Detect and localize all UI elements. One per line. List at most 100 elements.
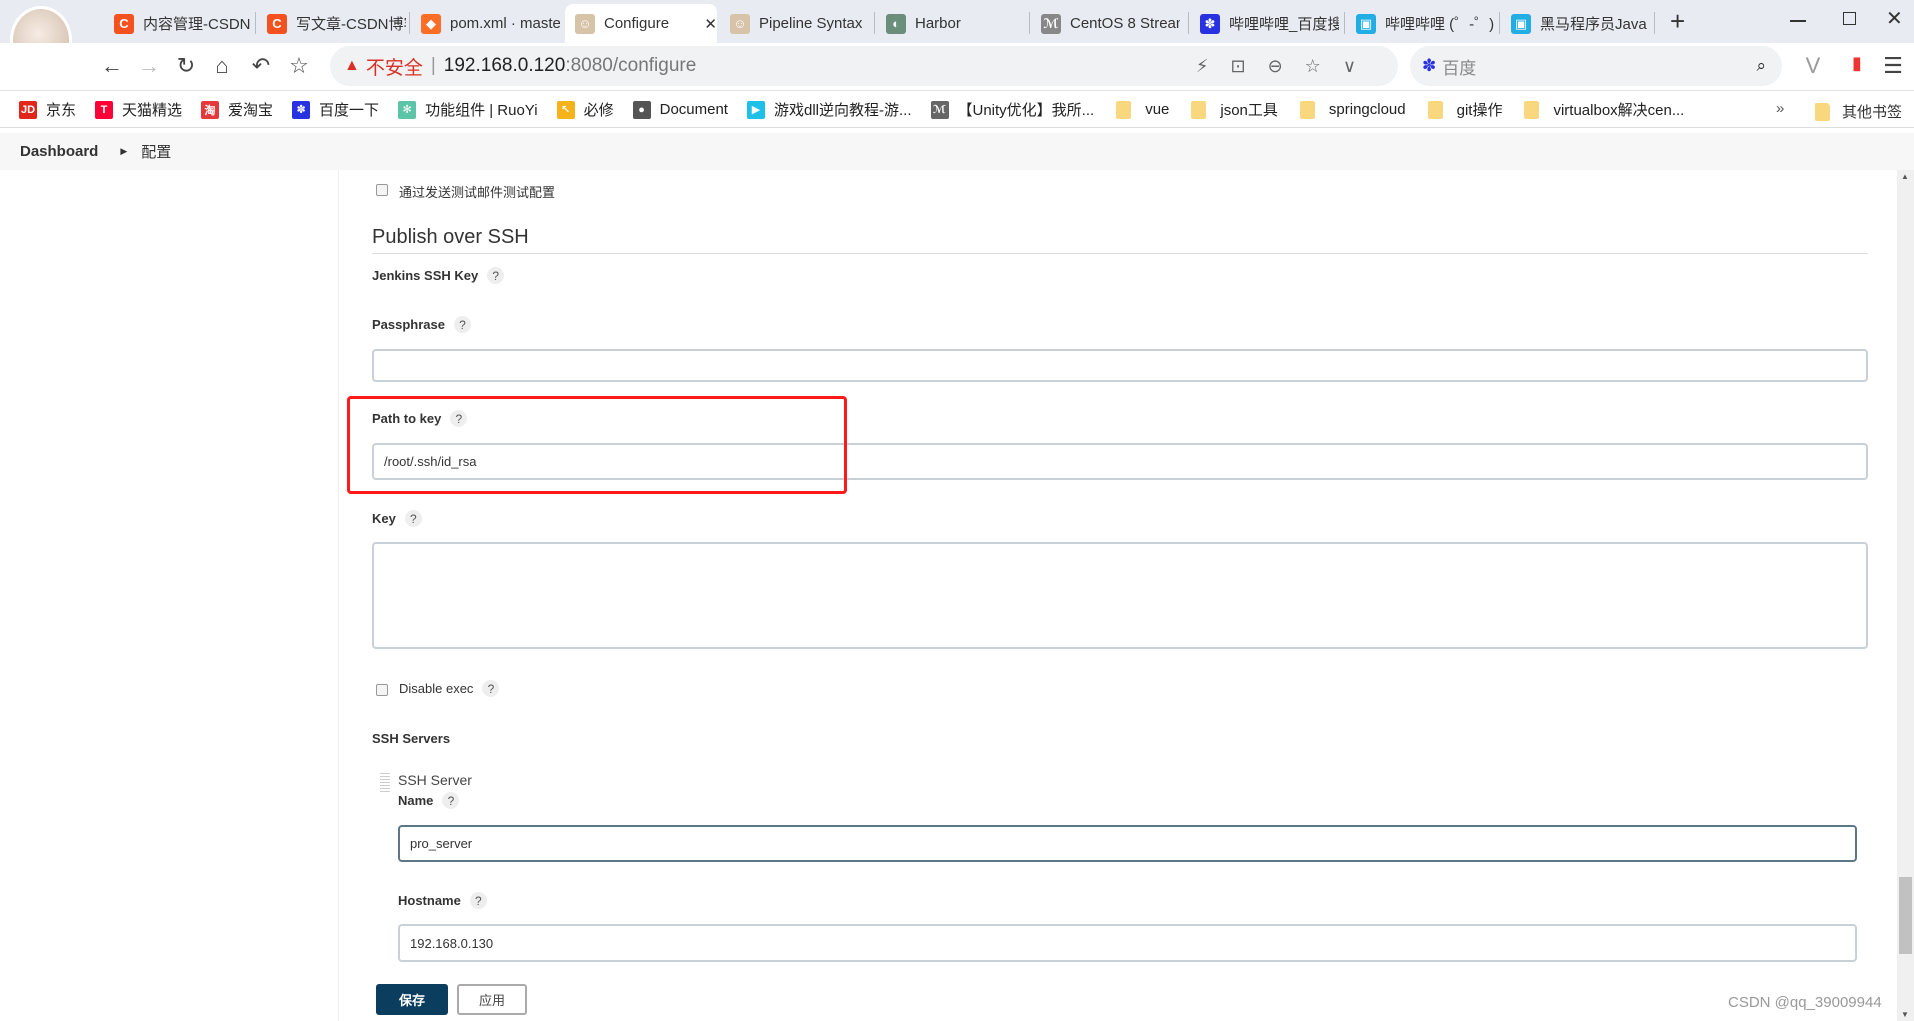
scrollbar[interactable]: ▲ ▼: [1897, 170, 1914, 1021]
name-input[interactable]: pro_server: [398, 825, 1857, 862]
key-textarea[interactable]: [372, 542, 1868, 649]
close-tab-icon[interactable]: ✕: [704, 15, 717, 33]
help-icon[interactable]: ?: [487, 267, 505, 284]
folder-icon: [1524, 100, 1540, 119]
folder-icon: [1299, 100, 1315, 119]
tab-separator: [255, 12, 256, 34]
address-bar[interactable]: ▲ 不安全 | 192.168.0.120:8080/configure ⚡⊡⊖…: [330, 46, 1398, 86]
bookmark-item[interactable]: json工具: [1191, 99, 1278, 120]
bookmark-label: 必修: [583, 102, 614, 119]
csdn-icon: C: [114, 13, 134, 34]
bookmark-item[interactable]: 淘爱淘宝: [201, 99, 273, 120]
tab-bilibili[interactable]: ▣ 哔哩哔哩 (゜-゜): [1346, 4, 1498, 43]
bookmark-item[interactable]: ✽ 百度一下: [292, 99, 379, 120]
breadcrumb: Dashboard ▶ 配置: [0, 133, 1914, 170]
bookmark-item[interactable]: JD 京东: [19, 99, 76, 120]
scrollbar-thumb[interactable]: [1899, 877, 1912, 954]
jenkins-icon: ☺: [575, 13, 595, 34]
extension-v-icon[interactable]: V: [1800, 53, 1826, 79]
apply-button[interactable]: 应用: [457, 984, 527, 1015]
bookmark-item[interactable]: ↖ 必修: [556, 99, 614, 120]
minimize-button[interactable]: [1790, 20, 1806, 22]
other-bookmarks[interactable]: 其他书签: [1815, 101, 1902, 122]
bookmark-item[interactable]: ✻ 功能组件 | RuoYi: [398, 99, 538, 120]
help-icon[interactable]: ?: [469, 892, 487, 909]
section-title: Publish over SSH: [372, 226, 529, 248]
tab-label: Pipeline Syntax: [759, 15, 863, 32]
bookmark-star-icon[interactable]: ☆: [286, 53, 312, 79]
help-icon[interactable]: ?: [404, 510, 422, 527]
tab-label: 哔哩哔哩_百度搜索: [1229, 16, 1339, 33]
tab-separator: [1654, 12, 1655, 34]
passphrase-input[interactable]: [372, 349, 1868, 382]
tab-jenkins[interactable]: ☺ Pipeline Syntax: [720, 4, 873, 43]
bookmarks-more-button[interactable]: »: [1776, 100, 1784, 117]
bookmark-label: springcloud: [1328, 101, 1406, 118]
test-mail-checkbox[interactable]: [376, 184, 388, 196]
restore-button[interactable]: [1843, 12, 1856, 25]
bilibili-icon: ▣: [1356, 13, 1376, 34]
help-icon[interactable]: ?: [454, 316, 471, 333]
url-host: 192.168.0.120: [443, 55, 566, 76]
breadcrumb-dashboard[interactable]: Dashboard: [20, 143, 98, 160]
site-icon: ℳ: [930, 100, 949, 119]
name-label: Name: [398, 793, 434, 808]
menu-icon[interactable]: ☰: [1880, 53, 1906, 79]
address-actions-icons[interactable]: ⚡⊡⊖☆∨: [1196, 56, 1378, 77]
tab-csdn[interactable]: C 写文章-CSDN博客: [257, 4, 408, 43]
tab-centos[interactable]: ℳ CentOS 8 Stream: [1031, 4, 1187, 43]
tab-harbor[interactable]: ◐ Harbor: [876, 4, 1028, 43]
undo-icon[interactable]: ↶: [248, 53, 274, 79]
bookmark-label: Document: [659, 101, 728, 118]
bilibili-icon: ▣: [1511, 13, 1531, 34]
scroll-down-icon[interactable]: ▼: [1901, 1010, 1909, 1019]
bookmark-item[interactable]: virtualbox解决cen...: [1524, 99, 1684, 120]
hostname-label: Hostname: [398, 893, 461, 908]
tab-bilibili[interactable]: ▣ 黑马程序员Java: [1501, 4, 1656, 43]
bookmark-label: 爱淘宝: [228, 102, 274, 119]
tab-strip: C 内容管理-CSDN C 写文章-CSDN博客 ◆ pom.xml · master ☺ C…: [0, 0, 1914, 43]
bookmark-item[interactable]: springcloud: [1299, 100, 1406, 119]
disable-exec-label: Disable exec: [399, 681, 474, 696]
reload-icon[interactable]: ↻: [173, 53, 199, 79]
disable-exec-checkbox[interactable]: [376, 684, 388, 696]
bookmark-item[interactable]: ● Document: [632, 100, 728, 119]
help-icon[interactable]: ?: [442, 792, 460, 809]
section-divider: [372, 253, 1868, 254]
tab-separator: [1029, 12, 1030, 34]
pdf-extension-icon[interactable]: ▮: [1844, 53, 1870, 74]
tab-label: pom.xml · master: [450, 15, 560, 32]
search-icon[interactable]: ⌕: [1756, 56, 1766, 76]
bookmark-item[interactable]: git操作: [1427, 99, 1503, 120]
scroll-up-icon[interactable]: ▲: [1901, 172, 1909, 181]
tab-baidu[interactable]: ✽ 哔哩哔哩_百度搜索: [1190, 4, 1343, 43]
baidu-icon: ✽: [292, 100, 311, 119]
new-tab-button[interactable]: +: [1670, 6, 1685, 37]
bookmark-item[interactable]: T 天猫精选: [95, 99, 182, 120]
home-icon[interactable]: ⌂: [209, 53, 235, 79]
baidu-icon: ✽: [1422, 56, 1437, 75]
gitlab-icon: ◆: [421, 13, 441, 34]
bookmark-label: git操作: [1456, 102, 1503, 119]
passphrase-label: Passphrase: [372, 317, 445, 332]
url-path: :8080/configure: [565, 55, 697, 76]
back-icon[interactable]: ←: [99, 53, 125, 79]
tab-jenkins[interactable]: ☺ Configure ✕: [565, 4, 717, 43]
drag-handle-icon[interactable]: [380, 772, 390, 792]
hostname-input[interactable]: 192.168.0.130: [398, 924, 1857, 962]
bookmark-item[interactable]: vue: [1116, 100, 1170, 119]
save-button[interactable]: 保存: [376, 984, 448, 1015]
breadcrumb-chevron-icon[interactable]: ▶: [120, 146, 127, 157]
help-icon[interactable]: ?: [482, 680, 500, 697]
bookmark-item[interactable]: ▶ 游戏dll逆向教程-游...: [746, 99, 912, 120]
close-window-button[interactable]: ✕: [1886, 6, 1903, 31]
tab-csdn[interactable]: C 内容管理-CSDN: [104, 4, 254, 43]
bookmark-label: 【Unity优化】我所...: [957, 102, 1095, 119]
tab-gitlab[interactable]: ◆ pom.xml · master: [411, 4, 562, 43]
bookmark-label: vue: [1145, 101, 1170, 118]
tab-separator: [874, 12, 875, 34]
bookmark-item[interactable]: ℳ 【Unity优化】我所...: [930, 99, 1095, 120]
forward-icon[interactable]: →: [136, 53, 162, 79]
taobao-icon: 淘: [201, 100, 220, 119]
search-box[interactable]: ✽ 百度 ⌕: [1410, 46, 1782, 86]
